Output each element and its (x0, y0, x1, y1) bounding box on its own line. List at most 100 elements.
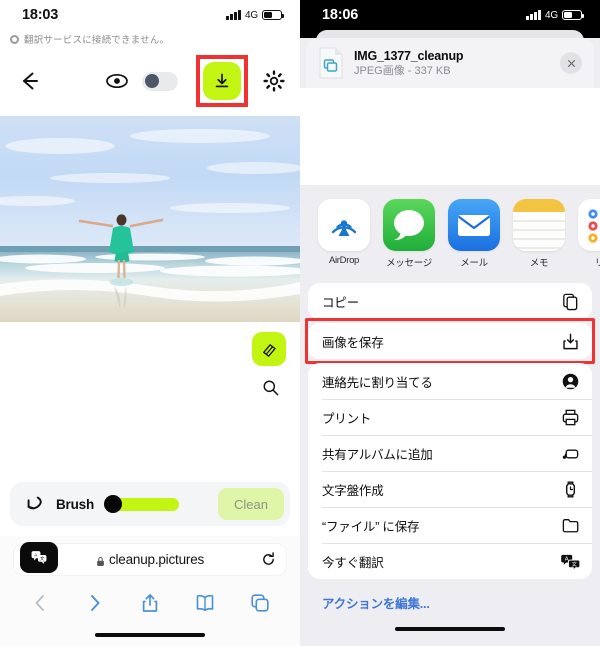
share-app-messages[interactable]: メッセージ (383, 199, 435, 269)
share-menu-group-highlighted: 画像を保存 (308, 323, 592, 359)
brush-size-slider[interactable] (104, 495, 180, 513)
close-icon[interactable] (560, 52, 582, 74)
printer-icon (561, 408, 580, 427)
menu-item-label: 共有アルバムに追加 (322, 447, 433, 462)
beach-photo (0, 116, 300, 322)
share-menu-group-2: 連絡先に割り当てる プリント 共有アルバムに追加 文字盤作成 “ファイル” に保… (308, 363, 592, 579)
menu-item-translate[interactable]: 今すぐ翻訳 A文 (308, 543, 592, 579)
preview-toggle[interactable] (142, 71, 178, 91)
slider-thumb[interactable] (104, 495, 123, 513)
share-icon[interactable] (139, 592, 161, 614)
safari-toolbar (0, 582, 300, 624)
clean-button[interactable]: Clean (218, 488, 284, 520)
chevron-left-icon[interactable] (29, 592, 51, 614)
translation-notice: 翻訳サービスに接続できません。 (0, 30, 300, 52)
download-button-highlight (196, 55, 248, 107)
menu-item-label: 文字盤作成 (322, 483, 384, 498)
menu-item-assign-contact[interactable]: 連絡先に割り当てる (308, 363, 592, 399)
home-indicator-wrap (300, 612, 600, 646)
book-icon[interactable] (194, 592, 216, 614)
undo-arrow-icon[interactable] (24, 493, 46, 515)
editor-canvas: Brush Clean (0, 110, 300, 536)
status-clock: 18:03 (22, 7, 59, 23)
menu-item-label: コピー (322, 295, 359, 310)
save-image-highlight: 画像を保存 (305, 318, 595, 364)
menu-item-label: 連絡先に割り当てる (322, 375, 433, 390)
eye-icon[interactable] (105, 69, 129, 93)
gear-icon[interactable] (262, 69, 286, 93)
menu-item-watch-face[interactable]: 文字盤作成 (308, 471, 592, 507)
folder-icon (561, 516, 580, 535)
menu-item-save-to-files[interactable]: “ファイル” に保存 (308, 507, 592, 543)
status-indicators: 4G (526, 9, 584, 21)
file-subtitle: JPEG画像 - 337 KB (354, 64, 451, 77)
network-type-label: 4G (245, 9, 258, 21)
tabs-icon[interactable] (249, 592, 271, 614)
airdrop-icon (318, 199, 370, 251)
brush-toolbar: Brush Clean (10, 482, 290, 526)
share-app-label: AirDrop (328, 255, 360, 266)
left-phone-screen: 18:03 4G 翻訳サービスに接続できません。 Brush Clean A 文… (0, 0, 300, 646)
right-phone-screen: 18:06 4G IMG_1377_cleanup JPEG画像 - 337 K… (300, 0, 600, 646)
copy-icon (561, 292, 580, 311)
share-app-notes[interactable]: メモ (513, 199, 565, 269)
signal-bars-icon (526, 10, 542, 20)
mail-icon (448, 199, 500, 251)
svg-text:文: 文 (40, 555, 45, 562)
battery-icon (562, 10, 584, 20)
arrow-left-icon[interactable] (16, 68, 42, 94)
home-indicator[interactable] (95, 632, 205, 638)
file-name: IMG_1377_cleanup (354, 48, 464, 63)
menu-item-label: プリント (322, 411, 372, 426)
lock-icon (96, 554, 105, 566)
save-image-icon (561, 332, 580, 351)
safari-url-bar-row: A文 cleanup.pictures (0, 536, 300, 582)
right-status-bar: 18:06 4G (300, 0, 600, 30)
download-button[interactable] (203, 62, 241, 100)
menu-item-save-image[interactable]: 画像を保存 (308, 323, 592, 359)
battery-icon (262, 10, 284, 20)
share-app-reminders[interactable]: リマ (578, 199, 600, 269)
svg-text:文: 文 (572, 559, 578, 567)
reload-icon[interactable] (261, 551, 276, 567)
shared-file-header: IMG_1377_cleanup JPEG画像 - 337 KB (306, 38, 594, 88)
edit-actions-link[interactable]: アクションを編集... (300, 579, 600, 612)
menu-item-label: 画像を保存 (322, 335, 384, 350)
translation-notice-text: 翻訳サービスに接続できません。 (24, 35, 170, 46)
messages-icon (383, 199, 435, 251)
menu-item-shared-album[interactable]: 共有アルバムに追加 (308, 435, 592, 471)
share-app-label: メモ (529, 258, 549, 269)
share-app-mail[interactable]: メール (448, 199, 500, 269)
brush-label: Brush (56, 496, 95, 512)
share-apps-row: AirDrop メッセージ メール メモ リ (300, 185, 600, 279)
sheet-empty-space (300, 88, 600, 185)
menu-item-label: “ファイル” に保存 (322, 519, 420, 534)
sheet-shoulder (300, 30, 600, 44)
share-app-label: リマ (594, 258, 600, 269)
share-app-label: メール (460, 258, 488, 269)
home-indicator[interactable] (395, 626, 505, 632)
shared-album-icon (561, 444, 580, 463)
network-type-label: 4G (545, 9, 558, 21)
info-circle-icon (10, 34, 19, 44)
contact-icon (561, 372, 580, 391)
share-app-airdrop[interactable]: AirDrop (318, 199, 370, 269)
menu-item-label: 今すぐ翻訳 (322, 555, 384, 570)
reminders-icon (578, 199, 600, 251)
left-status-bar: 18:03 4G (0, 0, 300, 30)
menu-item-copy[interactable]: コピー (308, 283, 592, 319)
dual-phone-screenshot: 18:03 4G 翻訳サービスに接続できません。 Brush Clean A 文… (0, 0, 600, 646)
menu-item-print[interactable]: プリント (308, 399, 592, 435)
share-sheet: AirDrop メッセージ メール メモ リ コピー 画像を保存 連絡先に割り当… (300, 185, 600, 612)
chevron-right-icon[interactable] (84, 592, 106, 614)
eraser-icon[interactable] (252, 332, 286, 366)
translate-icon: A文 (561, 552, 581, 571)
share-app-label: メッセージ (386, 258, 432, 269)
magnifier-icon[interactable] (259, 376, 281, 398)
file-meta: IMG_1377_cleanup JPEG画像 - 337 KB (354, 48, 550, 79)
url-text: cleanup.pictures (108, 551, 205, 567)
share-menu-group-1: コピー (308, 283, 592, 319)
home-indicator-wrap (0, 624, 300, 646)
signal-bars-icon (226, 10, 242, 20)
translate-icon[interactable]: A文 (20, 542, 58, 573)
